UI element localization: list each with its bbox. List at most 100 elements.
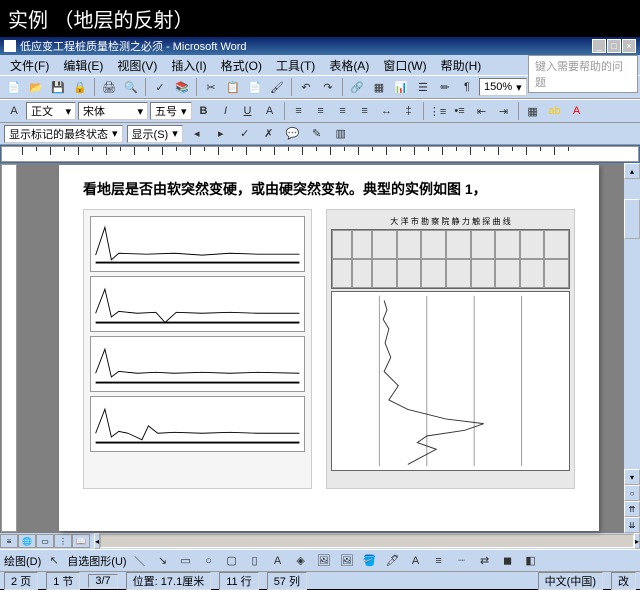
bullets-icon[interactable]: •≡ — [450, 101, 470, 121]
select-objects-icon[interactable]: ↖ — [44, 551, 64, 571]
arrow-icon[interactable]: ↘ — [153, 551, 173, 571]
research-icon[interactable]: 📚 — [172, 77, 192, 97]
para-marks-icon[interactable]: ¶ — [457, 77, 477, 97]
show-dropdown[interactable]: 显示(S) — [127, 125, 183, 143]
menu-window[interactable]: 窗口(W) — [377, 55, 432, 76]
autoshapes-dropdown[interactable]: 自选图形(U) — [67, 553, 126, 569]
border-box-icon[interactable]: A — [260, 101, 280, 121]
scroll-up-icon[interactable]: ▴ — [624, 163, 640, 179]
select-browse-icon[interactable]: ○ — [624, 485, 640, 501]
bold-icon[interactable]: B — [194, 101, 214, 121]
h-scroll-track[interactable] — [100, 534, 634, 548]
accept-icon[interactable]: ✓ — [235, 124, 255, 144]
track-icon[interactable]: ✎ — [307, 124, 327, 144]
maximize-button[interactable]: □ — [607, 39, 621, 53]
menu-edit[interactable]: 编辑(E) — [57, 55, 109, 76]
font-dropdown[interactable]: 宋体 — [78, 102, 148, 120]
preview-icon[interactable]: 🔍 — [121, 77, 141, 97]
help-search-input[interactable]: 键入需要帮助的问题 — [528, 55, 638, 93]
vertical-scrollbar[interactable]: ▴ ▾ ○ ⇈ ⇊ — [624, 163, 640, 533]
textbox-icon[interactable]: ▢ — [222, 551, 242, 571]
new-doc-icon[interactable]: 📄 — [4, 77, 24, 97]
zoom-dropdown[interactable]: 150% — [479, 78, 527, 96]
arrow-style-icon[interactable]: ⇄ — [475, 551, 495, 571]
cut-icon[interactable]: ✂ — [201, 77, 221, 97]
drawing-label[interactable]: 绘图(D) — [4, 553, 41, 569]
menu-view[interactable]: 视图(V) — [111, 55, 163, 76]
prev-change-icon[interactable]: ◂ — [187, 124, 207, 144]
print-layout-icon[interactable]: ▭ — [36, 534, 54, 548]
size-dropdown[interactable]: 五号 — [150, 102, 192, 120]
vertical-ruler[interactable] — [1, 164, 17, 532]
reading-view-icon[interactable]: 📖 — [72, 534, 90, 548]
line-icon[interactable]: ＼ — [130, 551, 150, 571]
review-pane-icon[interactable]: ▥ — [331, 124, 351, 144]
clipart-icon[interactable]: 🖼 — [314, 551, 334, 571]
align-left-icon[interactable]: ≡ — [289, 101, 309, 121]
fill-color-icon[interactable]: 🪣 — [360, 551, 380, 571]
highlight-icon[interactable]: ab — [545, 101, 565, 121]
numbering-icon[interactable]: ⋮≡ — [428, 101, 448, 121]
menu-table[interactable]: 表格(A) — [323, 55, 375, 76]
next-change-icon[interactable]: ▸ — [211, 124, 231, 144]
prev-page-icon[interactable]: ⇈ — [624, 501, 640, 517]
3d-icon[interactable]: ◧ — [521, 551, 541, 571]
line-style-icon[interactable]: ≡ — [429, 551, 449, 571]
underline-icon[interactable]: U — [238, 101, 258, 121]
normal-view-icon[interactable]: ≡ — [0, 534, 18, 548]
minimize-button[interactable]: _ — [592, 39, 606, 53]
markup-view-dropdown[interactable]: 显示标记的最终状态 — [4, 125, 123, 143]
drawing-icon[interactable]: ✏ — [435, 77, 455, 97]
line-color-icon[interactable]: 🖊 — [383, 551, 403, 571]
borders-icon[interactable]: ▦ — [523, 101, 543, 121]
italic-icon[interactable]: I — [216, 101, 236, 121]
redo-icon[interactable]: ↷ — [318, 77, 338, 97]
oval-icon[interactable]: ○ — [199, 551, 219, 571]
picture-icon[interactable]: 🖼 — [337, 551, 357, 571]
horizontal-ruler[interactable] — [1, 146, 639, 162]
print-icon[interactable]: 🖨 — [99, 77, 119, 97]
open-icon[interactable]: 📂 — [26, 77, 46, 97]
hyperlink-icon[interactable]: 🔗 — [347, 77, 367, 97]
shadow-icon[interactable]: ◼ — [498, 551, 518, 571]
scroll-right-icon[interactable]: ▸ — [634, 533, 640, 549]
copy-icon[interactable]: 📋 — [223, 77, 243, 97]
align-right-icon[interactable]: ≡ — [333, 101, 353, 121]
save-icon[interactable]: 💾 — [48, 77, 68, 97]
font-color2-icon[interactable]: A — [406, 551, 426, 571]
format-painter-icon[interactable]: 🖌 — [267, 77, 287, 97]
menu-tools[interactable]: 工具(T) — [270, 55, 321, 76]
paste-icon[interactable]: 📄 — [245, 77, 265, 97]
menu-insert[interactable]: 插入(I) — [165, 55, 212, 76]
line-spacing-icon[interactable]: ‡ — [399, 101, 419, 121]
scroll-down-icon[interactable]: ▾ — [624, 469, 640, 485]
columns-icon[interactable]: ☰ — [413, 77, 433, 97]
diagram-icon[interactable]: ◈ — [291, 551, 311, 571]
align-center-icon[interactable]: ≡ — [311, 101, 331, 121]
scroll-thumb[interactable] — [624, 199, 640, 239]
styles-icon[interactable]: A — [4, 101, 24, 121]
font-color-icon[interactable]: A — [567, 101, 587, 121]
rectangle-icon[interactable]: ▭ — [176, 551, 196, 571]
undo-icon[interactable]: ↶ — [296, 77, 316, 97]
excel-icon[interactable]: 📊 — [391, 77, 411, 97]
outline-view-icon[interactable]: ⋮ — [54, 534, 72, 548]
dash-style-icon[interactable]: ┈ — [452, 551, 472, 571]
align-justify-icon[interactable]: ≡ — [355, 101, 375, 121]
spell-icon[interactable]: ✓ — [150, 77, 170, 97]
menu-file[interactable]: 文件(F) — [4, 55, 55, 76]
comment-icon[interactable]: 💬 — [283, 124, 303, 144]
next-page-icon[interactable]: ⇊ — [624, 517, 640, 533]
distribute-icon[interactable]: ↔ — [377, 101, 397, 121]
dec-indent-icon[interactable]: ⇤ — [472, 101, 492, 121]
web-view-icon[interactable]: 🌐 — [18, 534, 36, 548]
menu-format[interactable]: 格式(O) — [215, 55, 268, 76]
inc-indent-icon[interactable]: ⇥ — [494, 101, 514, 121]
style-dropdown[interactable]: 正文 — [26, 102, 76, 120]
menu-help[interactable]: 帮助(H) — [435, 55, 488, 76]
close-button[interactable]: × — [622, 39, 636, 53]
permission-icon[interactable]: 🔒 — [70, 77, 90, 97]
reject-icon[interactable]: ✗ — [259, 124, 279, 144]
table-icon[interactable]: ▦ — [369, 77, 389, 97]
vtextbox-icon[interactable]: ▯ — [245, 551, 265, 571]
